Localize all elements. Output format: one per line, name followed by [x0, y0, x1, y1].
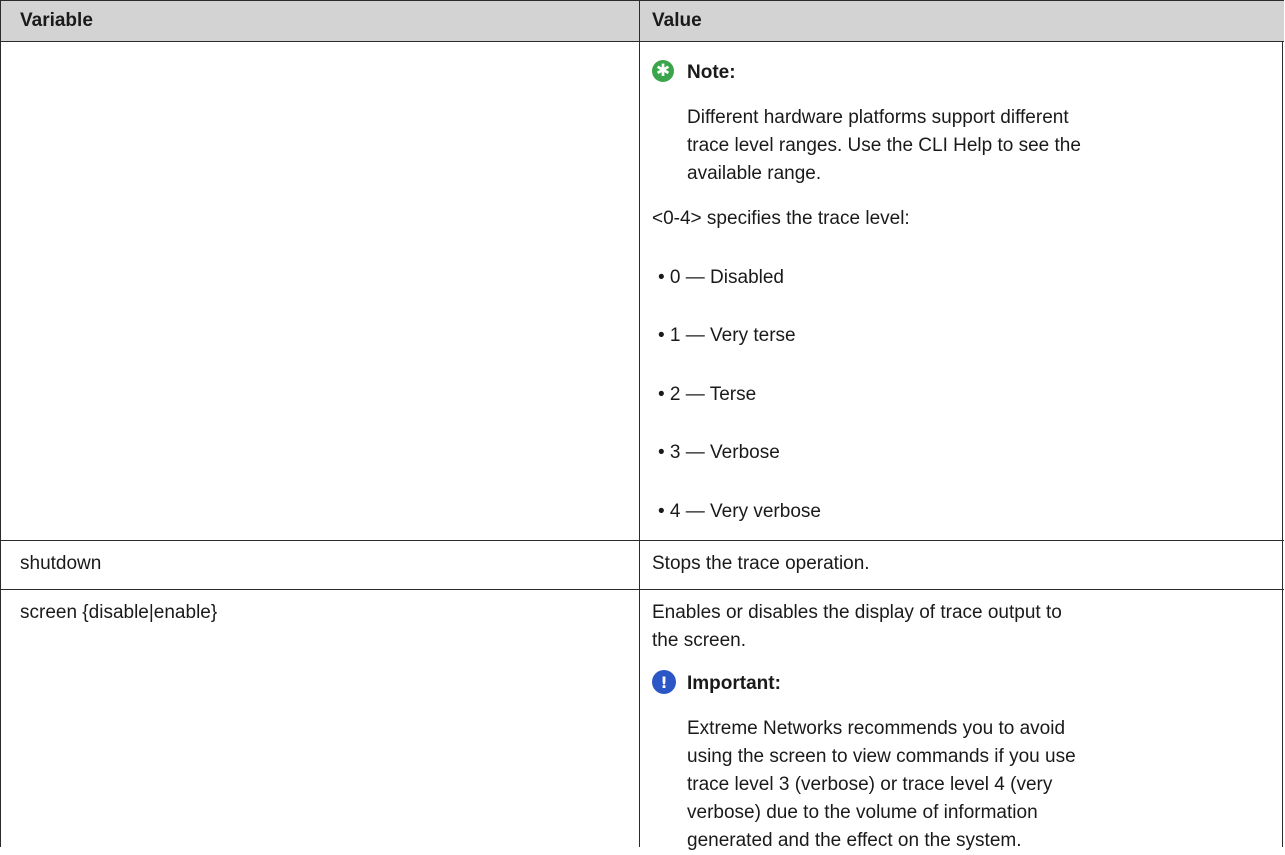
trace-level-2: • 2 — Terse	[658, 384, 757, 405]
row-divider-2	[1, 589, 1284, 590]
header-value: Value	[652, 10, 702, 31]
variable-value-table: Variable Value ✱ Note: Different hardwar…	[0, 0, 1284, 851]
note-title: Note:	[687, 62, 736, 83]
value-shutdown: Stops the trace operation.	[652, 553, 870, 574]
note-line-1: Different hardware platforms support dif…	[687, 107, 1069, 128]
important-line-3: trace level 3 (verbose) or trace level 4…	[687, 774, 1053, 795]
row-divider-1	[1, 540, 1284, 541]
trace-level-intro: <0-4> specifies the trace level:	[652, 208, 910, 229]
important-title: Important:	[687, 673, 781, 694]
important-line-4: verbose) due to the volume of informatio…	[687, 802, 1038, 823]
note-line-2: trace level ranges. Use the CLI Help to …	[687, 135, 1081, 156]
trace-level-1: • 1 — Very terse	[658, 325, 796, 346]
value-screen-line-2: the screen.	[652, 630, 746, 651]
trace-level-3: • 3 — Verbose	[658, 442, 780, 463]
column-divider	[639, 0, 640, 847]
star-icon: ✱	[652, 60, 674, 82]
important-line-5: generated and the effect on the system.	[687, 830, 1022, 851]
value-screen-line-1: Enables or disables the display of trace…	[652, 602, 1062, 623]
important-line-1: Extreme Networks recommends you to avoid	[687, 718, 1066, 739]
variable-screen: screen {disable|enable}	[20, 602, 218, 623]
variable-shutdown: shutdown	[20, 553, 102, 574]
exclamation-icon: !	[652, 670, 676, 694]
header-variable: Variable	[20, 10, 93, 31]
table-header-row: Variable Value	[1, 0, 1284, 42]
trace-level-0: • 0 — Disabled	[658, 267, 784, 288]
trace-level-4: • 4 — Very verbose	[658, 501, 821, 522]
important-line-2: using the screen to view commands if you…	[687, 746, 1076, 767]
note-line-3: available range.	[687, 163, 822, 184]
